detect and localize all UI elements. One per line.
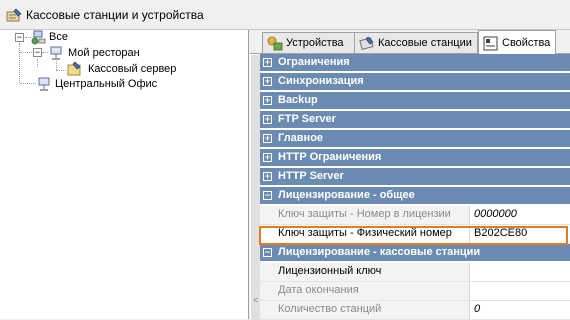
expand-toggle[interactable]: +: [263, 96, 272, 105]
category-sync[interactable]: + Синхронизация: [260, 73, 570, 91]
tab-cash-stations[interactable]: Кассовые станции: [354, 32, 478, 53]
station-tree[interactable]: − Все − Мой ресторан Кассовый сервер Цен…: [0, 30, 249, 319]
tab-properties[interactable]: Свойства: [478, 30, 556, 54]
collapse-toggle[interactable]: −: [263, 191, 272, 200]
properties-icon: [483, 36, 498, 51]
property-row-expiry-date[interactable]: Дата окончания: [260, 282, 570, 301]
collapse-panel-arrow[interactable]: <: [253, 295, 258, 305]
property-row-license-key[interactable]: Лицензионный ключ: [260, 263, 570, 282]
property-name: Ключ защиты - Номер в лицензии: [278, 208, 451, 220]
expand-toggle[interactable]: +: [263, 115, 272, 124]
tree-node-label: Мой ресторан: [68, 47, 140, 59]
tab-devices[interactable]: Устройства: [262, 32, 355, 53]
window-title: Кассовые станции и устройства: [26, 8, 204, 22]
tree-node-cash-server[interactable]: Кассовый сервер: [0, 61, 200, 78]
category-licensing-general[interactable]: − Лицензирование - общее: [260, 187, 570, 205]
expand-toggle[interactable]: +: [263, 172, 272, 181]
collapse-toggle[interactable]: −: [263, 248, 272, 257]
window-titlebar: Кассовые станции и устройства: [0, 0, 570, 30]
tab-label: Кассовые станции: [378, 37, 472, 49]
tab-label: Свойства: [502, 37, 551, 49]
category-label: Лицензирование - общее: [278, 189, 415, 201]
tab-strip: Устройства Кассовые станции Свойства: [250, 30, 570, 54]
network-globe-icon: [31, 30, 46, 45]
category-label: Синхронизация: [278, 75, 364, 87]
property-row-key-license-number[interactable]: Ключ защиты - Номер в лицензии 0000000: [260, 206, 570, 225]
tree-node-label: Центральный Офис: [55, 78, 158, 90]
category-main[interactable]: + Главное: [260, 130, 570, 148]
category-label: Backup: [278, 94, 318, 106]
category-label: Ограничения: [278, 56, 350, 68]
category-label: HTTP Ограничения: [278, 151, 382, 163]
expand-toggle[interactable]: +: [263, 153, 272, 162]
category-http-restrictions[interactable]: + HTTP Ограничения: [260, 149, 570, 167]
category-backup[interactable]: + Backup: [260, 92, 570, 110]
collapse-toggle[interactable]: −: [33, 48, 42, 57]
property-value: 0: [474, 303, 481, 315]
property-value: 0000000: [474, 208, 517, 220]
property-name: Лицензионный ключ: [278, 265, 382, 277]
tree-node-my-restaurant[interactable]: − Мой ресторан: [0, 46, 180, 62]
folder-server-icon: [67, 61, 81, 76]
expand-toggle[interactable]: +: [263, 58, 272, 67]
category-licensing-stations[interactable]: − Лицензирование - кассовые станции: [260, 244, 570, 262]
category-label: FTP Server: [278, 113, 336, 125]
network-node-icon: [50, 46, 62, 60]
property-grid[interactable]: < + Ограничения + Синхронизация + Backup…: [250, 53, 570, 320]
property-row-station-count[interactable]: Количество станций 0: [260, 301, 570, 320]
category-label: HTTP Server: [278, 170, 344, 182]
expand-toggle[interactable]: +: [263, 134, 272, 143]
pencil-form-icon: [6, 8, 22, 22]
devices-icon: [267, 36, 283, 51]
collapse-toggle[interactable]: −: [15, 33, 24, 42]
property-name: Дата окончания: [278, 284, 359, 296]
category-ftp-server[interactable]: + FTP Server: [260, 111, 570, 129]
expand-toggle[interactable]: +: [263, 77, 272, 86]
cash-station-icon: [359, 36, 374, 51]
tab-label: Устройства: [286, 37, 344, 49]
category-http-server[interactable]: + HTTP Server: [260, 168, 570, 186]
tree-node-root[interactable]: − Все: [0, 30, 120, 46]
tree-node-label: Все: [49, 31, 68, 43]
highlight-frame: [259, 226, 568, 245]
category-restrictions[interactable]: + Ограничения: [260, 54, 570, 72]
tree-node-label: Кассовый сервер: [88, 63, 177, 75]
category-label: Лицензирование - кассовые станции: [278, 246, 481, 258]
network-node-icon: [38, 77, 50, 91]
tree-node-central-office[interactable]: Центральный Офис: [0, 77, 200, 93]
category-label: Главное: [278, 132, 324, 144]
right-pane: Устройства Кассовые станции Свойства < +…: [250, 30, 570, 320]
property-name: Количество станций: [278, 303, 382, 315]
